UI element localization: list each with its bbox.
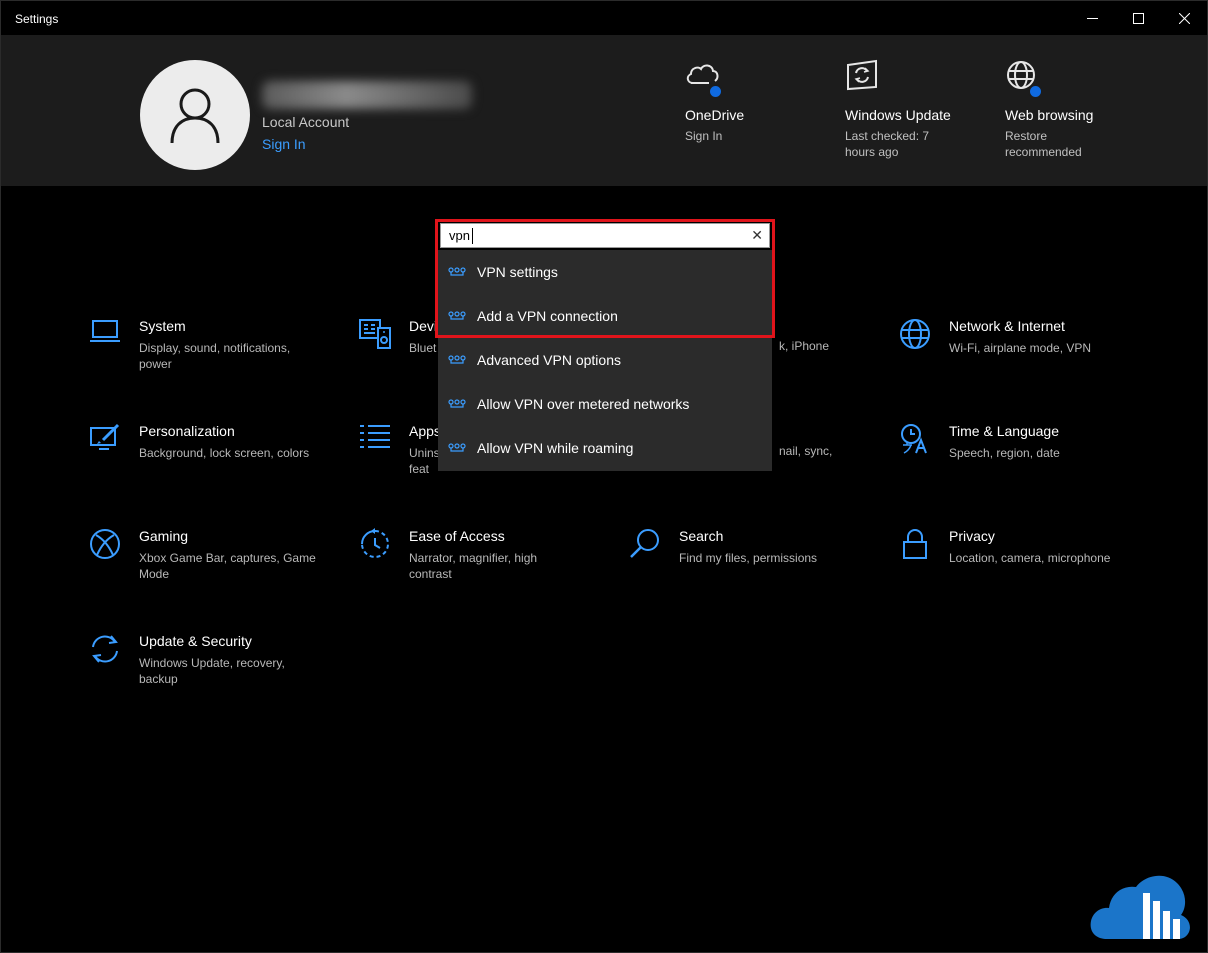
tile-personalization[interactable]: Personalization Background, lock screen,…: [89, 423, 319, 461]
quick-link-title: OneDrive: [685, 107, 745, 123]
maximize-icon: [1132, 12, 1144, 24]
minimize-button[interactable]: [1069, 1, 1115, 35]
account-header: Local Account Sign In OneDrive Sign In W…: [1, 35, 1207, 186]
user-name-redacted: [262, 81, 472, 109]
quick-link-title: Web browsing: [1005, 107, 1094, 123]
onedrive-link[interactable]: OneDrive Sign In: [685, 59, 845, 144]
xbox-icon: [90, 529, 120, 559]
suggestion-add-vpn-connection[interactable]: Add a VPN connection: [438, 294, 772, 338]
tile-desc: Location, camera, microphone: [949, 551, 1111, 565]
tile-privacy[interactable]: Privacy Location, camera, microphone: [899, 528, 1129, 566]
title-bar: Settings: [1, 1, 1207, 35]
suggestion-allow-vpn-roaming[interactable]: Allow VPN while roaming: [438, 426, 772, 470]
suggestion-label: Advanced VPN options: [477, 352, 621, 368]
suggestion-label: Add a VPN connection: [477, 308, 618, 324]
quick-link-title: Windows Update: [845, 107, 951, 123]
tile-search[interactable]: Search Find my files, permissions: [629, 528, 859, 566]
tile-network[interactable]: Network & Internet Wi-Fi, airplane mode,…: [899, 318, 1129, 356]
suggestion-label: Allow VPN while roaming: [477, 440, 634, 456]
status-dot: [708, 84, 723, 99]
suggestion-label: Allow VPN over metered networks: [477, 396, 690, 412]
tile-desc: Wi-Fi, airplane mode, VPN: [949, 341, 1092, 355]
tile-title: Ease of Access: [409, 528, 505, 544]
tile-title: Search: [679, 528, 724, 544]
account-type: Local Account: [262, 114, 350, 130]
clear-icon[interactable]: ✕: [751, 227, 763, 244]
tile-title: Gaming: [139, 528, 189, 544]
tile-gaming[interactable]: Gaming Xbox Game Bar, captures, Game Mod…: [89, 528, 319, 582]
status-dot: [1028, 84, 1043, 99]
tile-accounts[interactable]: nail, sync,: [779, 443, 839, 459]
search-suggestions: VPN settings Add a VPN connection Advanc…: [438, 250, 772, 471]
tile-desc: Speech, region, date: [949, 446, 1060, 460]
vpn-icon: [448, 355, 466, 364]
tile-title: Privacy: [949, 528, 995, 544]
search-input[interactable]: vpn ✕: [440, 223, 770, 248]
vpn-icon: [448, 311, 466, 320]
text-caret: [472, 228, 473, 244]
suggestion-allow-vpn-metered[interactable]: Allow VPN over metered networks: [438, 382, 772, 426]
tile-desc: Xbox Game Bar, captures, Game Mode: [139, 551, 316, 581]
tile-desc: Background, lock screen, colors: [139, 446, 310, 460]
quick-link-subtitle: Sign In: [685, 129, 723, 143]
tile-desc: Display, sound, notifications, power: [139, 341, 291, 371]
vpn-icon: [448, 443, 466, 452]
paint-brush-icon: [90, 423, 120, 450]
tile-title: Network & Internet: [949, 318, 1065, 334]
apps-list-icon: [360, 425, 390, 448]
suggestion-advanced-vpn-options[interactable]: Advanced VPN options: [438, 338, 772, 382]
cloud-logo-watermark: [1090, 875, 1190, 939]
quick-link-subtitle: Last checked: 7 hours ago: [845, 129, 930, 159]
tile-system[interactable]: System Display, sound, notifications, po…: [89, 318, 319, 372]
tile-update-security[interactable]: Update & Security Windows Update, recove…: [89, 633, 319, 687]
quick-link-subtitle: Restore recommended: [1005, 129, 1082, 159]
tile-desc: k, iPhone: [779, 339, 830, 353]
tile-title: Personalization: [139, 423, 235, 439]
window-title: Settings: [15, 12, 59, 26]
vpn-icon: [448, 399, 466, 408]
avatar[interactable]: [140, 60, 250, 170]
tile-title: Time & Language: [949, 423, 1059, 439]
suggestion-label: VPN settings: [477, 264, 558, 280]
settings-window: Settings Local Account Sign In OneDrive …: [0, 0, 1208, 953]
windows-update-icon: [847, 59, 877, 91]
search-input-value: vpn: [449, 228, 470, 243]
suggestion-vpn-settings[interactable]: VPN settings: [438, 250, 772, 294]
globe-icon: [900, 319, 930, 349]
time-language-icon: [901, 424, 927, 454]
tile-title: Update & Security: [139, 633, 252, 649]
sync-icon: [92, 635, 118, 663]
minimize-icon: [1086, 17, 1098, 19]
tile-desc: nail, sync,: [779, 444, 833, 458]
vpn-icon: [448, 267, 466, 276]
web-browsing-link[interactable]: Web browsing Restore recommended: [1005, 59, 1165, 160]
tile-desc: Find my files, permissions: [679, 551, 818, 565]
keyboard-speaker-icon: [359, 319, 391, 349]
tile-phone[interactable]: k, iPhone: [779, 338, 839, 354]
tile-desc: Narrator, magnifier, high contrast: [409, 551, 538, 581]
tile-desc: Unins feat: [409, 446, 440, 476]
lock-icon: [903, 529, 927, 559]
windows-update-link[interactable]: Windows Update Last checked: 7 hours ago: [845, 59, 1005, 160]
sign-in-link[interactable]: Sign In: [262, 136, 306, 152]
tile-title: System: [139, 318, 186, 334]
tile-time-language[interactable]: Time & Language Speech, region, date: [899, 423, 1129, 461]
close-icon: [1178, 12, 1190, 24]
tile-ease-of-access[interactable]: Ease of Access Narrator, magnifier, high…: [359, 528, 589, 582]
laptop-icon: [90, 320, 120, 342]
maximize-button[interactable]: [1115, 1, 1161, 35]
search-icon: [630, 529, 659, 558]
ease-of-access-icon: [361, 528, 389, 558]
tile-desc: Windows Update, recovery, backup: [139, 656, 285, 686]
person-icon: [170, 88, 220, 144]
close-button[interactable]: [1161, 1, 1207, 35]
